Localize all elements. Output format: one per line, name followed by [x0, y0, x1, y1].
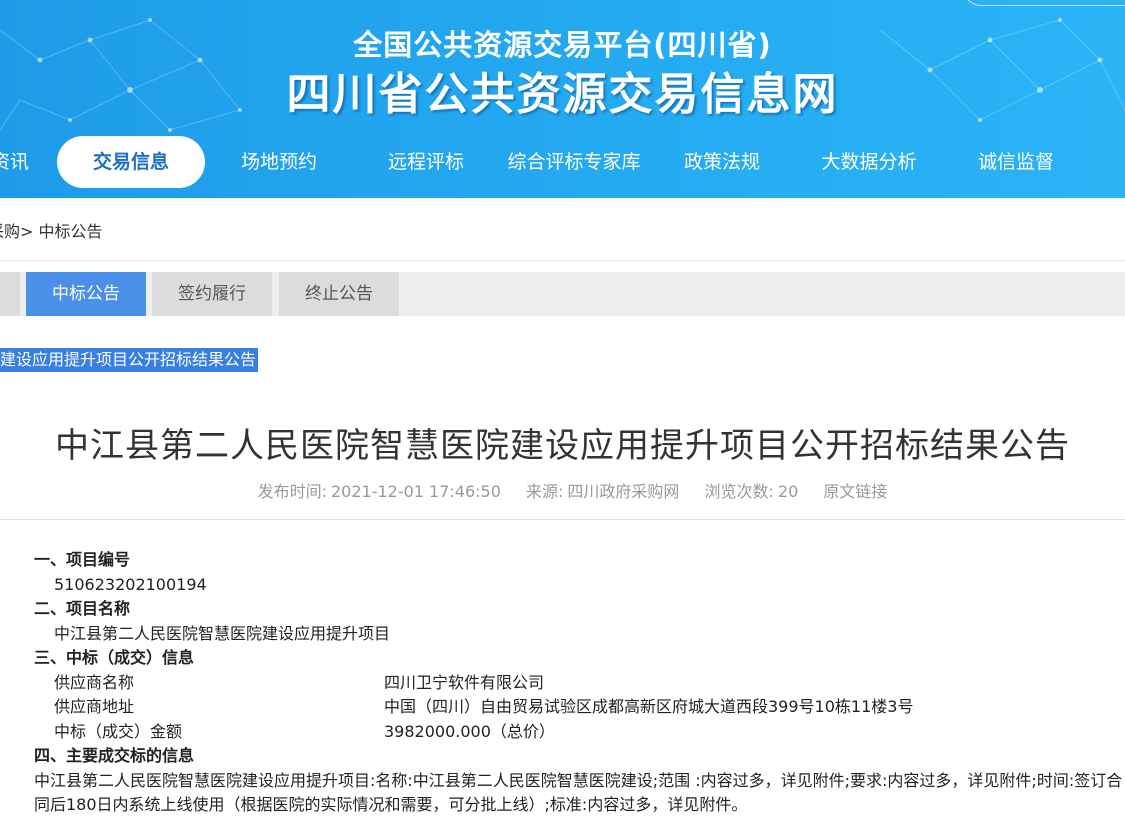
breadcrumb-current: 中标公告: [38, 222, 103, 241]
article-content: 一、项目编号 510623202100194 二、项目名称 中江县第二人民医院智…: [34, 548, 1124, 818]
selected-notice-link[interactable]: 建设应用提升项目公开招标结果公告: [0, 348, 259, 372]
article-meta: 发布时间: 2021-12-01 17:46:50 来源: 四川政府采购网 浏览次数…: [0, 478, 1125, 502]
nav-item-expert-pool[interactable]: 综合评标专家库: [496, 136, 652, 188]
header-banner: 全国公共资源交易平台(四川省) 四川省公共资源交易信息网 资讯 交易信息 场地预…: [0, 0, 1125, 198]
main-nav: 资讯 交易信息 场地预约 远程评标 综合评标专家库 政策法规 大数据分析 诚信监…: [0, 136, 1125, 188]
tab-award-notice[interactable]: 中标公告: [26, 272, 146, 316]
source: 来源: 四川政府采购网: [526, 482, 679, 501]
nav-item-credit[interactable]: 诚信监督: [962, 136, 1070, 188]
nav-item-big-data[interactable]: 大数据分析: [810, 136, 928, 188]
section-title: 一、项目编号: [34, 550, 131, 569]
award-amount-label: 中标（成交）金额: [54, 721, 183, 741]
award-amount: 3982000.000（总价）: [384, 721, 555, 741]
source-value: 四川政府采购网: [567, 482, 680, 501]
nav-item-remote-evaluation[interactable]: 远程评标: [372, 136, 480, 188]
original-link[interactable]: 原文链接: [823, 482, 887, 501]
supplier-name-label: 供应商名称: [54, 672, 135, 692]
deal-subject-text: 中江县第二人民医院智慧医院建设应用提升项目:名称:中江县第二人民医院智慧医院建设…: [34, 770, 1123, 815]
breadcrumb: 采购> 中标公告: [0, 218, 103, 242]
divider: [0, 519, 1125, 520]
tab-contract-performance[interactable]: 签约履行: [152, 272, 272, 316]
tab-previous[interactable]: [0, 272, 20, 316]
breadcrumb-prev[interactable]: 采购>: [0, 222, 33, 241]
project-name: 中江县第二人民医院智慧医院建设应用提升项目: [54, 623, 391, 643]
views: 浏览次数: 20: [705, 482, 799, 501]
nav-item-trade-info[interactable]: 交易信息: [57, 136, 205, 188]
supplier-address-row: 供应商地址 中国（四川）自由贸易试验区成都高新区府城大道西段399号10栋11楼…: [34, 695, 1124, 720]
project-number: 510623202100194: [54, 574, 207, 594]
views-value: 20: [777, 482, 799, 501]
section-title: 三、中标（成交）信息: [34, 648, 195, 667]
source-label: 来源:: [526, 482, 564, 501]
nav-item-venue-booking[interactable]: 场地预约: [225, 136, 333, 188]
publish-time-value: 2021-12-01 17:46:50: [330, 482, 501, 501]
supplier-name-row: 供应商名称 四川卫宁软件有限公司: [34, 671, 1124, 696]
nav-item-news[interactable]: 资讯: [0, 136, 40, 188]
site-title: 四川省公共资源交易信息网: [286, 69, 839, 120]
award-amount-row: 中标（成交）金额 3982000.000（总价）: [34, 720, 1124, 745]
publish-label: 发布时间:: [257, 482, 327, 501]
login-pill[interactable]: [963, 0, 1125, 6]
article-title: 中江县第二人民医院智慧医院建设应用提升项目公开招标结果公告: [55, 426, 1070, 466]
section-title: 四、主要成交标的信息: [34, 746, 195, 765]
divider: [0, 260, 1125, 261]
supplier-name: 四川卫宁软件有限公司: [384, 672, 545, 692]
publish-time: 发布时间: 2021-12-01 17:46:50: [258, 482, 501, 501]
supplier-address-label: 供应商地址: [54, 697, 135, 716]
views-label: 浏览次数:: [704, 482, 774, 501]
section-title: 二、项目名称: [34, 599, 131, 618]
supplier-address: 中国（四川）自由贸易试验区成都高新区府城大道西段399号10栋11楼3号: [384, 697, 914, 716]
tab-termination-notice[interactable]: 终止公告: [279, 272, 399, 316]
nav-item-policy[interactable]: 政策法规: [668, 136, 776, 188]
